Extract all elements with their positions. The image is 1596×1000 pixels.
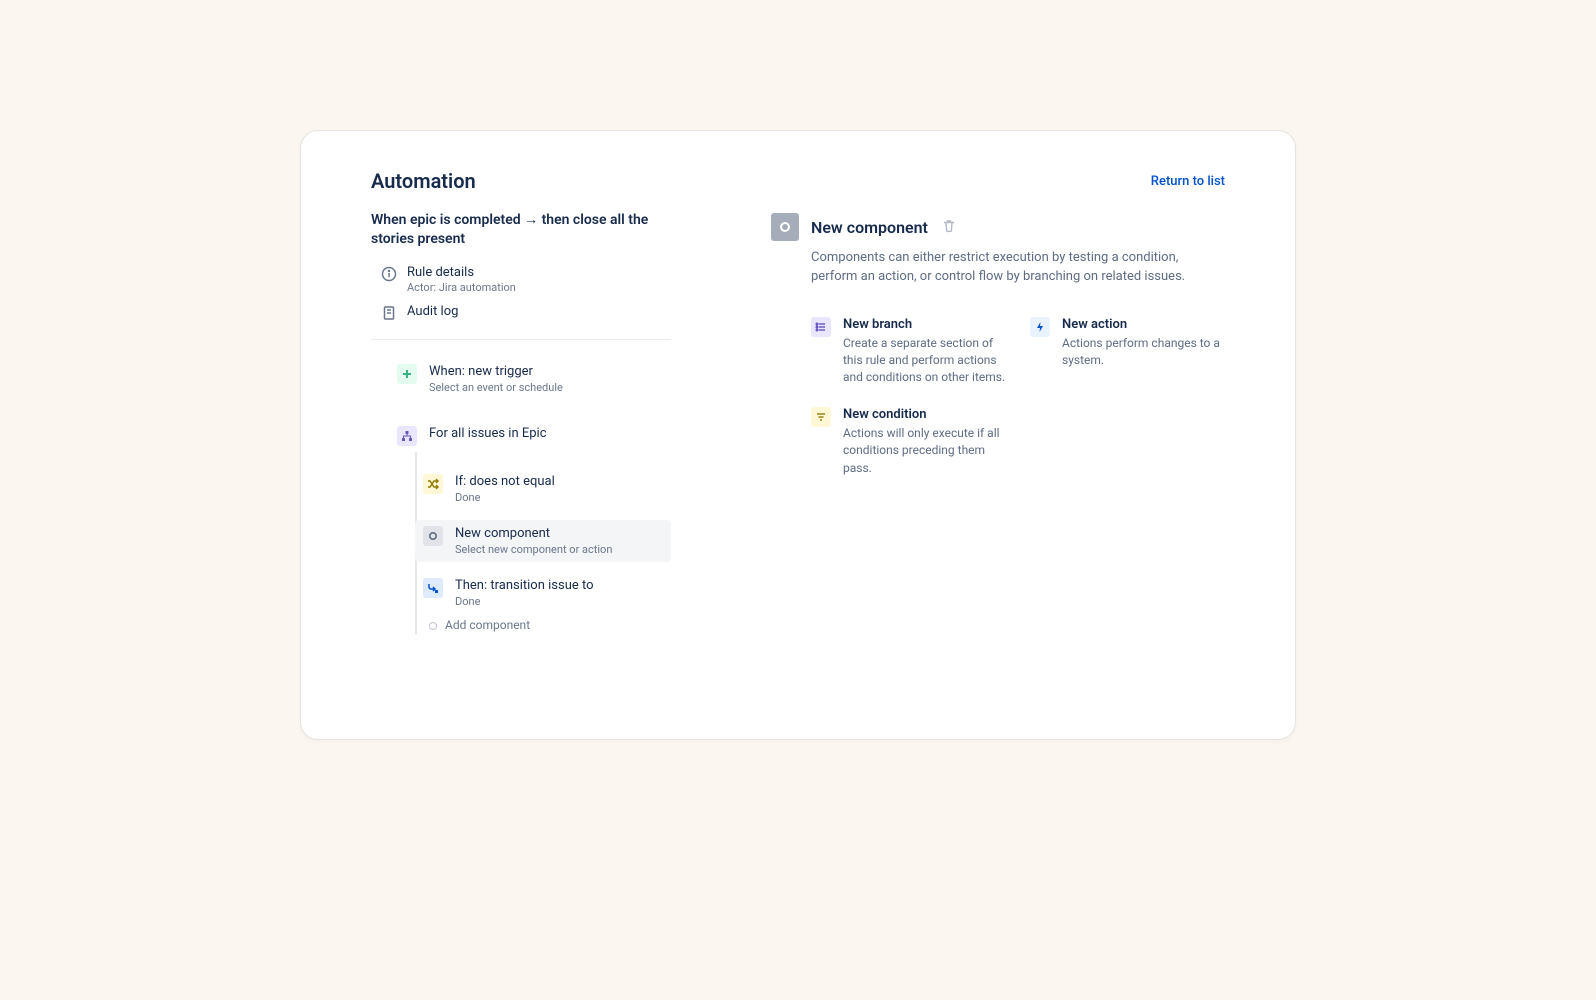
- component-options: New branch Create a separate section of …: [811, 317, 1225, 477]
- automation-rule-editor: Automation Return to list When epic is c…: [300, 130, 1296, 740]
- new-component-title: New component: [455, 526, 612, 541]
- panel-description: Components can either restrict execution…: [811, 249, 1225, 287]
- option-new-action[interactable]: New action Actions perform changes to a …: [1030, 317, 1225, 387]
- hierarchy-icon: [397, 426, 417, 446]
- document-icon: [381, 305, 397, 321]
- flow-action-node[interactable]: Then: transition issue to Done: [415, 572, 671, 614]
- action-title: Then: transition issue to: [455, 578, 594, 593]
- option-branch-title: New branch: [843, 317, 1006, 332]
- condition-sub: Done: [455, 491, 555, 504]
- delete-button[interactable]: [942, 218, 956, 237]
- transition-icon: [423, 578, 443, 598]
- filter-icon: [811, 407, 831, 427]
- panel-title: New component: [811, 218, 928, 237]
- condition-title: If: does not equal: [455, 474, 555, 489]
- rule-name: When epic is completed → then close all …: [371, 211, 671, 249]
- option-action-desc: Actions perform changes to a system.: [1062, 335, 1225, 370]
- component-icon: [771, 213, 799, 241]
- option-action-title: New action: [1062, 317, 1225, 332]
- plus-icon: [397, 364, 417, 384]
- component-icon: [423, 526, 443, 546]
- audit-log-row[interactable]: Audit log: [371, 302, 671, 329]
- branch-title: For all issues in Epic: [429, 426, 547, 441]
- option-branch-desc: Create a separate section of this rule a…: [843, 335, 1006, 387]
- info-icon: [381, 266, 397, 282]
- new-component-sub: Select new component or action: [455, 543, 612, 556]
- rule-details-label: Rule details: [407, 265, 516, 280]
- flow-branch-node[interactable]: For all issues in Epic: [387, 420, 671, 452]
- trigger-sub: Select an event or schedule: [429, 381, 563, 394]
- card-header: Automation Return to list: [371, 169, 1225, 193]
- flow-condition-node[interactable]: If: does not equal Done: [415, 468, 671, 510]
- rule-flow: When: new trigger Select an event or sch…: [371, 339, 671, 634]
- option-new-condition[interactable]: New condition Actions will only execute …: [811, 407, 1006, 477]
- list-icon: [811, 317, 831, 337]
- panel-header: New component: [771, 213, 1225, 241]
- return-to-list-link[interactable]: Return to list: [1151, 174, 1225, 189]
- shuffle-icon: [423, 474, 443, 494]
- add-dot-icon: [429, 622, 437, 630]
- trigger-title: When: new trigger: [429, 364, 563, 379]
- flow-new-component-node[interactable]: New component Select new component or ac…: [415, 520, 671, 562]
- audit-log-label: Audit log: [407, 304, 458, 319]
- rule-sidebar: When epic is completed → then close all …: [371, 211, 671, 634]
- option-new-branch[interactable]: New branch Create a separate section of …: [811, 317, 1006, 387]
- option-condition-title: New condition: [843, 407, 1006, 422]
- flow-trigger-node[interactable]: When: new trigger Select an event or sch…: [387, 358, 671, 400]
- add-component-label: Add component: [445, 618, 530, 632]
- option-condition-desc: Actions will only execute if all conditi…: [843, 425, 1006, 477]
- add-component-link[interactable]: Add component: [417, 614, 671, 632]
- component-panel: New component Components can either rest…: [771, 211, 1225, 634]
- page-title: Automation: [371, 169, 476, 193]
- action-sub: Done: [455, 595, 594, 608]
- branch-children: If: does not equal Done New component Se…: [415, 452, 671, 634]
- lightning-icon: [1030, 317, 1050, 337]
- rule-details-row[interactable]: Rule details Actor: Jira automation: [371, 263, 671, 302]
- rule-details-sub: Actor: Jira automation: [407, 281, 516, 294]
